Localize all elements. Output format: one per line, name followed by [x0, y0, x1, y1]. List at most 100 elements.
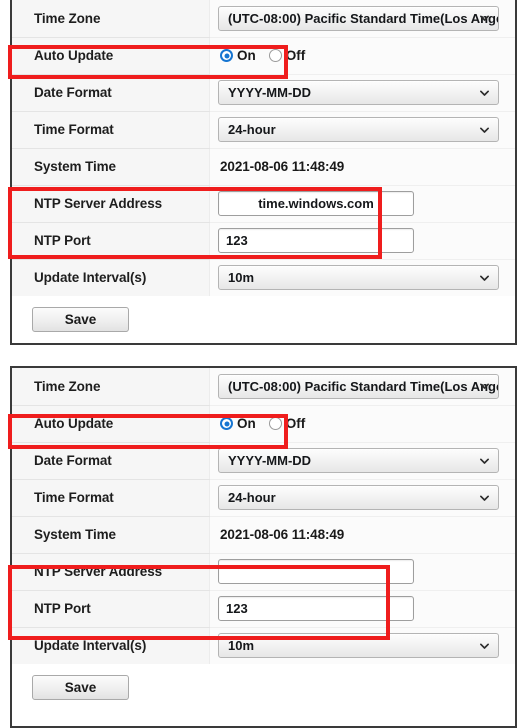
radio-unselected-icon[interactable]	[268, 49, 282, 62]
row-value-time-zone: (UTC-08:00) Pacific Standard Time(Los An…	[209, 368, 515, 406]
update-interval-select[interactable]: 10m	[218, 633, 499, 659]
date-format-select-value: YYYY-MM-DD	[228, 453, 312, 468]
chevron-down-icon	[479, 381, 490, 392]
system-time-value: 2021-08-06 11:48:49	[220, 526, 345, 542]
auto-update-on-label: On	[237, 416, 256, 431]
time-format-select-value: 24-hour	[228, 490, 276, 505]
row-label-update-interval: Update Interval(s)	[12, 259, 210, 296]
row-label-date-format: Date Format	[12, 74, 210, 112]
chevron-down-icon	[479, 272, 490, 283]
auto-update-on-label: On	[237, 48, 256, 63]
ntp-port-value: 123	[226, 233, 248, 248]
table-row: Time Zone (UTC-08:00) Pacific Standard T…	[12, 368, 515, 406]
row-label-ntp-server-address: NTP Server Address	[12, 553, 210, 591]
row-label-update-interval: Update Interval(s)	[12, 627, 210, 664]
row-value-ntp-server-address	[209, 553, 515, 591]
row-value-ntp-port: 123	[209, 222, 515, 260]
update-interval-select-value: 10m	[228, 270, 255, 286]
time-zone-select-value: (UTC-08:00) Pacific Standard Time(Los An…	[228, 378, 499, 394]
table-row: System Time 2021-08-06 11:48:49	[12, 516, 515, 554]
row-value-auto-update: On Off	[209, 37, 515, 75]
row-label-date-format: Date Format	[12, 442, 210, 480]
row-value-update-interval: 10m	[209, 259, 515, 296]
row-label-time-zone: Time Zone	[12, 368, 210, 406]
table-row: NTP Port 123	[12, 590, 515, 628]
table-row: Date Format YYYY-MM-DD	[12, 74, 515, 112]
table-row: Time Format 24-hour	[12, 111, 515, 149]
row-value-update-interval: 10m	[209, 627, 515, 664]
chevron-down-icon	[479, 124, 490, 135]
row-value-ntp-server-address: time.windows.com	[209, 185, 515, 223]
row-value-time-zone: (UTC-08:00) Pacific Standard Time(Los An…	[209, 0, 515, 38]
row-value-time-format: 24-hour	[209, 479, 515, 517]
row-label-ntp-port: NTP Port	[12, 590, 210, 628]
table-row: Time Format 24-hour	[12, 479, 515, 517]
ntp-port-input[interactable]: 123	[218, 596, 414, 621]
auto-update-off-option[interactable]: Off	[268, 48, 306, 63]
row-value-date-format: YYYY-MM-DD	[209, 74, 515, 112]
ntp-server-address-input[interactable]	[218, 559, 414, 584]
table-row: NTP Server Address time.windows.com	[12, 185, 515, 223]
time-format-select[interactable]: 24-hour	[218, 117, 499, 142]
table-row: NTP Server Address	[12, 553, 515, 591]
system-time-value: 2021-08-06 11:48:49	[220, 158, 345, 174]
date-format-select-value: YYYY-MM-DD	[228, 85, 312, 100]
table-row: Update Interval(s) 10m	[12, 259, 515, 296]
time-zone-select[interactable]: (UTC-08:00) Pacific Standard Time(Los An…	[218, 5, 499, 31]
chevron-down-icon	[479, 87, 490, 98]
date-format-select[interactable]: YYYY-MM-DD	[218, 80, 499, 105]
table-row: Time Zone (UTC-08:00) Pacific Standard T…	[12, 0, 515, 38]
table-row: Date Format YYYY-MM-DD	[12, 442, 515, 480]
save-button[interactable]: Save	[32, 675, 129, 700]
time-zone-select[interactable]: (UTC-08:00) Pacific Standard Time(Los An…	[218, 373, 499, 399]
radio-selected-icon[interactable]	[220, 49, 233, 62]
row-value-system-time: 2021-08-06 11:48:49	[209, 516, 515, 554]
ntp-port-input[interactable]: 123	[218, 228, 414, 253]
ntp-port-value: 123	[226, 601, 248, 616]
auto-update-radio-group: On Off	[218, 416, 499, 431]
panel-button-bar: Save	[12, 296, 515, 332]
form-body: Time Zone (UTC-08:00) Pacific Standard T…	[12, 0, 515, 296]
update-interval-select[interactable]: 10m	[218, 265, 499, 291]
ntp-server-address-input[interactable]: time.windows.com	[218, 191, 414, 216]
auto-update-on-option[interactable]: On	[220, 416, 256, 431]
chevron-down-icon	[479, 492, 490, 503]
row-label-ntp-server-address: NTP Server Address	[12, 185, 210, 223]
row-label-time-format: Time Format	[12, 111, 210, 149]
date-format-select[interactable]: YYYY-MM-DD	[218, 448, 499, 473]
row-value-auto-update: On Off	[209, 405, 515, 443]
chevron-down-icon	[479, 640, 490, 651]
time-format-select-value: 24-hour	[228, 122, 276, 137]
auto-update-off-label: Off	[285, 48, 306, 63]
form-body: Time Zone (UTC-08:00) Pacific Standard T…	[12, 368, 515, 664]
time-settings-form: Time Zone (UTC-08:00) Pacific Standard T…	[12, 368, 515, 664]
save-button[interactable]: Save	[32, 307, 129, 332]
time-settings-panel-after: Time Zone (UTC-08:00) Pacific Standard T…	[10, 366, 517, 728]
time-settings-panel-before: Time Zone (UTC-08:00) Pacific Standard T…	[10, 0, 517, 345]
chevron-down-icon	[479, 455, 490, 466]
auto-update-radio-group: On Off	[218, 48, 499, 63]
time-settings-form: Time Zone (UTC-08:00) Pacific Standard T…	[12, 0, 515, 296]
radio-unselected-icon[interactable]	[268, 417, 282, 430]
auto-update-on-option[interactable]: On	[220, 48, 256, 63]
table-row: Auto Update On Off	[12, 37, 515, 75]
table-row: Update Interval(s) 10m	[12, 627, 515, 664]
row-value-system-time: 2021-08-06 11:48:49	[209, 148, 515, 186]
row-label-time-zone: Time Zone	[12, 0, 210, 38]
time-zone-select-value: (UTC-08:00) Pacific Standard Time(Los An…	[228, 10, 499, 26]
table-row: System Time 2021-08-06 11:48:49	[12, 148, 515, 186]
table-row: NTP Port 123	[12, 222, 515, 260]
chevron-down-icon	[479, 13, 490, 24]
time-format-select[interactable]: 24-hour	[218, 485, 499, 510]
row-label-auto-update: Auto Update	[12, 37, 210, 75]
row-label-system-time: System Time	[12, 148, 210, 186]
auto-update-off-label: Off	[285, 416, 306, 431]
panel-button-bar: Save	[12, 664, 515, 700]
row-value-date-format: YYYY-MM-DD	[209, 442, 515, 480]
radio-selected-icon[interactable]	[220, 417, 233, 430]
ntp-server-address-value: time.windows.com	[258, 196, 374, 211]
row-value-time-format: 24-hour	[209, 111, 515, 149]
table-row: Auto Update On Off	[12, 405, 515, 443]
row-label-ntp-port: NTP Port	[12, 222, 210, 260]
auto-update-off-option[interactable]: Off	[268, 416, 306, 431]
